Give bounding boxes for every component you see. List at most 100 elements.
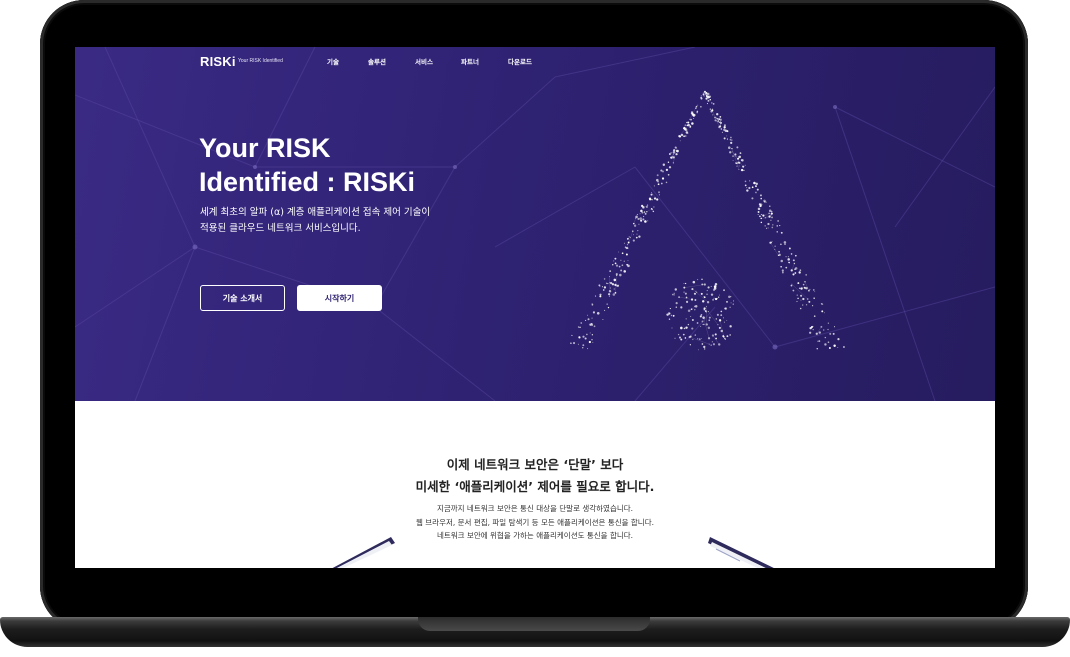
logo[interactable]: RISKi bbox=[200, 54, 236, 69]
particle-dot bbox=[729, 151, 732, 154]
particle-dot bbox=[769, 205, 771, 207]
particle-dot bbox=[635, 236, 638, 239]
particle-dot bbox=[703, 307, 706, 310]
particle-dot bbox=[744, 164, 746, 166]
particle-dot bbox=[762, 215, 765, 217]
particle-dot bbox=[657, 183, 660, 186]
particle-dot bbox=[608, 275, 610, 277]
get-started-button[interactable]: 시작하기 bbox=[297, 285, 382, 311]
particle-dot bbox=[587, 348, 589, 350]
particle-dot bbox=[706, 290, 708, 292]
particle-dot bbox=[616, 285, 619, 288]
section-heading-line-2: 미세한 ‘애플리케이션’ 제어를 필요로 합니다. bbox=[415, 479, 655, 494]
particle-dot bbox=[708, 343, 710, 345]
particle-dot bbox=[700, 97, 703, 100]
particle-dot bbox=[692, 280, 696, 284]
particle-dot bbox=[837, 338, 840, 341]
particle-dot bbox=[792, 259, 795, 262]
particle-dot bbox=[790, 269, 793, 272]
particle-dot bbox=[814, 291, 816, 293]
particle-dot bbox=[604, 309, 606, 311]
particle-dot bbox=[796, 300, 798, 303]
particle-dot bbox=[639, 217, 643, 220]
particle-dot bbox=[802, 297, 805, 301]
particle-dot bbox=[718, 343, 721, 346]
particle-dot bbox=[708, 95, 712, 98]
particle-dot bbox=[827, 341, 830, 344]
hero-title: Your RISK Identified : RISKi bbox=[199, 131, 415, 199]
particle-dot bbox=[658, 191, 660, 194]
particle-dot bbox=[601, 286, 603, 288]
particle-dot bbox=[608, 290, 612, 293]
particle-dot bbox=[707, 286, 710, 289]
particle-dot bbox=[805, 286, 808, 290]
particle-dot bbox=[684, 126, 686, 128]
particle-dot bbox=[620, 259, 622, 261]
laptop-illustration-right bbox=[708, 537, 774, 568]
particle-dot bbox=[615, 273, 618, 276]
particle-dot bbox=[759, 215, 761, 218]
particle-dot bbox=[599, 295, 602, 298]
particle-dot bbox=[691, 318, 694, 321]
nav-item-service[interactable]: 서비스 bbox=[415, 56, 433, 66]
particle-dot bbox=[701, 278, 703, 280]
nav-item-download[interactable]: 다운로드 bbox=[508, 56, 532, 66]
particle-dot bbox=[790, 284, 793, 287]
particle-dot bbox=[671, 293, 674, 296]
particle-dot bbox=[689, 344, 691, 346]
particle-dot bbox=[700, 314, 703, 316]
particle-dot bbox=[800, 294, 803, 297]
particle-dot bbox=[684, 127, 687, 130]
particle-dot bbox=[731, 151, 733, 153]
particle-dot bbox=[691, 122, 694, 125]
particle-dot bbox=[633, 224, 637, 227]
particle-dot bbox=[806, 298, 809, 300]
particle-dot bbox=[802, 304, 804, 306]
particle-dot bbox=[686, 124, 689, 127]
particle-dot bbox=[802, 283, 805, 286]
particle-dot bbox=[720, 314, 723, 316]
particle-dot bbox=[672, 314, 675, 317]
particle-dot bbox=[721, 131, 723, 133]
nav-item-tech[interactable]: 기술 bbox=[327, 56, 339, 66]
particle-dot bbox=[675, 306, 678, 308]
particle-dot bbox=[808, 289, 810, 292]
particle-dot bbox=[627, 260, 629, 262]
particle-dot bbox=[668, 318, 671, 320]
particle-dot bbox=[823, 329, 825, 331]
particle-dot bbox=[785, 256, 787, 258]
particle-dot bbox=[697, 279, 699, 281]
particle-dot bbox=[637, 230, 639, 232]
particle-dot bbox=[673, 292, 675, 294]
nav-item-partner[interactable]: 파트너 bbox=[461, 56, 479, 66]
particle-dot bbox=[701, 338, 703, 339]
particle-dot bbox=[669, 153, 671, 155]
particle-dot bbox=[679, 140, 681, 142]
particle-dot bbox=[716, 117, 719, 120]
particle-dot bbox=[609, 287, 611, 289]
particle-dot bbox=[792, 289, 795, 292]
particle-dot bbox=[837, 346, 839, 348]
particle-dot bbox=[757, 214, 759, 216]
particle-dot bbox=[692, 338, 694, 341]
particle-dot bbox=[800, 287, 803, 290]
particle-dot bbox=[805, 304, 808, 306]
intro-section: 이제 네트워크 보안은 ‘단말’ 보다 미세한 ‘애플리케이션’ 제어를 필요로… bbox=[75, 401, 995, 568]
particle-dot bbox=[647, 220, 649, 222]
particle-dot bbox=[795, 254, 797, 257]
particle-dot bbox=[629, 237, 631, 238]
particle-dot bbox=[714, 282, 718, 286]
particle-dot bbox=[724, 129, 727, 132]
hero-title-line-1: Your RISK bbox=[199, 133, 331, 163]
particle-dot bbox=[596, 312, 600, 315]
particle-dot bbox=[650, 199, 652, 201]
particle-dot bbox=[703, 283, 706, 286]
particle-dot bbox=[798, 287, 801, 290]
particle-dot bbox=[763, 199, 766, 203]
particle-dot bbox=[709, 99, 712, 101]
nav-item-solution[interactable]: 솔루션 bbox=[368, 56, 386, 66]
tech-brochure-button[interactable]: 기술 소개서 bbox=[200, 285, 285, 311]
particle-dot bbox=[650, 193, 653, 196]
particle-dot bbox=[696, 291, 698, 293]
particle-dot bbox=[656, 174, 659, 177]
